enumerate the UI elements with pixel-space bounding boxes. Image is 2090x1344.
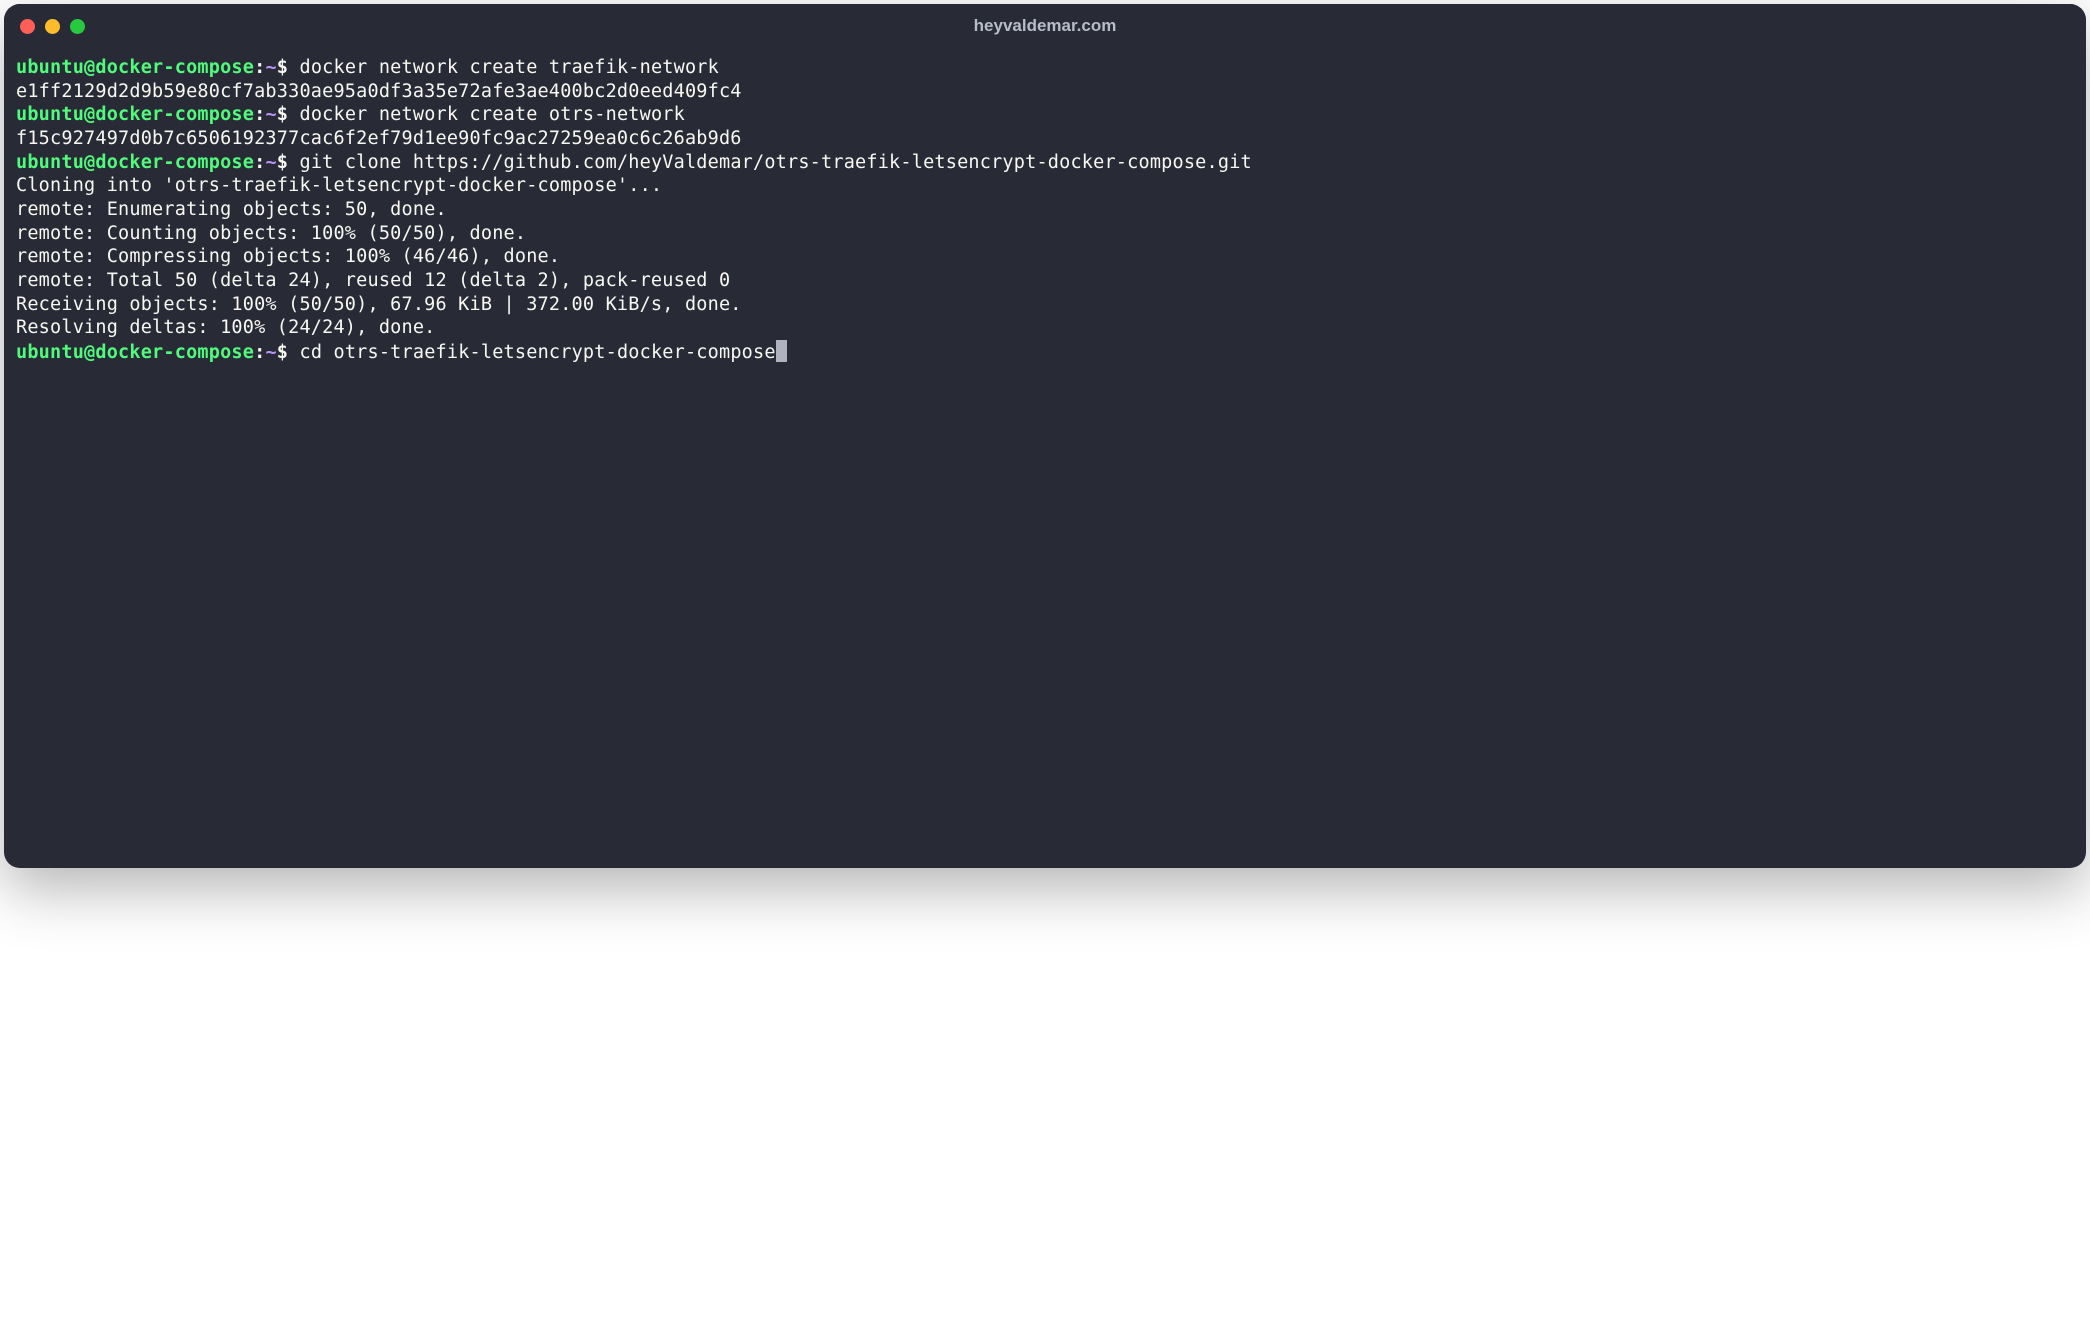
output-line: remote: Counting objects: 100% (50/50), … — [16, 222, 2074, 246]
terminal-window: heyvaldemar.com ubuntu@docker-compose:~$… — [4, 4, 2086, 868]
output-line: remote: Enumerating objects: 50, done. — [16, 198, 2074, 222]
prompt-user-host: ubuntu@docker-compose — [16, 152, 254, 173]
command-text: docker network create otrs-network — [288, 104, 685, 125]
prompt-user-host: ubuntu@docker-compose — [16, 104, 254, 125]
output-line: f15c927497d0b7c6506192377cac6f2ef79d1ee9… — [16, 127, 2074, 151]
terminal-content[interactable]: ubuntu@docker-compose:~$ docker network … — [4, 48, 2086, 868]
prompt-user-host: ubuntu@docker-compose — [16, 342, 254, 363]
prompt-colon: : — [254, 342, 265, 363]
output-line: e1ff2129d2d9b59e80cf7ab330ae95a0df3a35e7… — [16, 80, 2074, 104]
command-text: docker network create traefik-network — [288, 57, 719, 78]
maximize-icon[interactable] — [70, 19, 85, 34]
prompt-user-host: ubuntu@docker-compose — [16, 57, 254, 78]
output-line: Receiving objects: 100% (50/50), 67.96 K… — [16, 293, 2074, 317]
command-text: cd otrs-traefik-letsencrypt-docker-compo… — [288, 342, 776, 363]
output-line: Resolving deltas: 100% (24/24), done. — [16, 316, 2074, 340]
command-text: git clone https://github.com/heyValdemar… — [288, 152, 1252, 173]
window-title: heyvaldemar.com — [974, 16, 1117, 36]
output-line: Cloning into 'otrs-traefik-letsencrypt-d… — [16, 174, 2074, 198]
close-icon[interactable] — [20, 19, 35, 34]
traffic-lights — [20, 19, 85, 34]
terminal-line: ubuntu@docker-compose:~$ docker network … — [16, 56, 2074, 80]
prompt-dollar: $ — [277, 152, 288, 173]
prompt-colon: : — [254, 152, 265, 173]
prompt-path: ~ — [265, 57, 276, 78]
prompt-dollar: $ — [277, 57, 288, 78]
terminal-line: ubuntu@docker-compose:~$ git clone https… — [16, 151, 2074, 175]
cursor-icon — [776, 340, 787, 362]
prompt-dollar: $ — [277, 104, 288, 125]
prompt-path: ~ — [265, 342, 276, 363]
prompt-path: ~ — [265, 104, 276, 125]
terminal-line: ubuntu@docker-compose:~$ docker network … — [16, 103, 2074, 127]
output-line: remote: Total 50 (delta 24), reused 12 (… — [16, 269, 2074, 293]
prompt-colon: : — [254, 57, 265, 78]
minimize-icon[interactable] — [45, 19, 60, 34]
output-line: remote: Compressing objects: 100% (46/46… — [16, 245, 2074, 269]
title-bar: heyvaldemar.com — [4, 4, 2086, 48]
prompt-dollar: $ — [277, 342, 288, 363]
terminal-line: ubuntu@docker-compose:~$ cd otrs-traefik… — [16, 340, 2074, 365]
prompt-colon: : — [254, 104, 265, 125]
prompt-path: ~ — [265, 152, 276, 173]
